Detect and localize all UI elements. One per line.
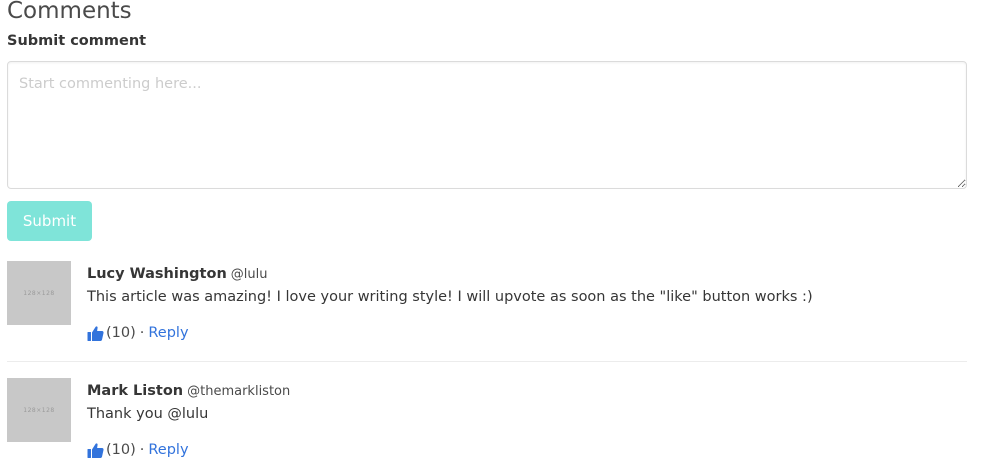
comment-body: Thank you @lulu [87,406,209,422]
like-count: (10) [106,442,136,458]
author-handle: @lulu [230,267,268,282]
author-name: Mark Liston [87,383,184,399]
comment-actions: (10) · Reply [87,440,189,460]
submit-button[interactable]: Submit [7,201,92,241]
thumbs-up-icon[interactable] [87,442,104,459]
thumbs-up-icon[interactable] [87,325,104,342]
comment-meta: Lucy Washington @lulu [87,263,267,285]
avatar: 128×128 [7,378,71,442]
comment-item: 128×128 Mark Liston @themarkliston Thank … [7,378,967,475]
comment-item: 128×128 Lucy Washington @lulu This articl… [7,261,967,362]
comment-body: This article was amazing! I love your wr… [87,289,813,305]
author-name: Lucy Washington [87,266,227,282]
reply-link[interactable]: Reply [148,440,188,460]
separator: · [139,325,145,341]
comment-meta: Mark Liston @themarkliston [87,380,290,402]
separator: · [139,442,145,458]
avatar-placeholder-text: 128×128 [23,406,55,414]
author-handle: @themarkliston [187,384,291,399]
reply-link[interactable]: Reply [148,323,188,343]
comment-textarea[interactable] [7,61,967,189]
comment-actions: (10) · Reply [87,323,189,343]
avatar-placeholder-text: 128×128 [23,289,55,297]
page-title: Comments [7,0,132,24]
avatar: 128×128 [7,261,71,325]
submit-comment-label: Submit comment [7,33,147,49]
like-count: (10) [106,325,136,341]
